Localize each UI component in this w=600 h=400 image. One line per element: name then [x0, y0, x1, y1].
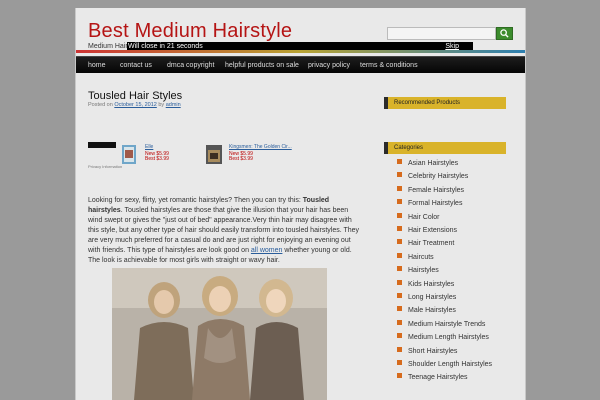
- bullet-icon: [397, 172, 402, 178]
- product-thumbnail-2[interactable]: [206, 145, 222, 164]
- category-label: Long Hairstyles: [408, 294, 457, 301]
- category-item[interactable]: Hairstyles: [397, 266, 439, 275]
- nav-contact-us[interactable]: contact us: [120, 57, 152, 74]
- bullet-icon: [397, 279, 402, 285]
- category-item[interactable]: Formal Hairstyles: [397, 199, 462, 208]
- countdown-text: Will close in 21 seconds: [128, 43, 203, 50]
- bullet-icon: [397, 306, 402, 312]
- category-item[interactable]: Medium Hairstyle Trends: [397, 319, 486, 329]
- search-button[interactable]: [496, 27, 513, 40]
- post-meta: Posted on October 15, 2012 by admin: [88, 102, 181, 108]
- nav-home[interactable]: home: [88, 57, 106, 74]
- bullet-icon: [397, 199, 402, 205]
- category-item[interactable]: Haircuts: [397, 252, 434, 262]
- category-label: Female Hairstyles: [408, 186, 465, 194]
- bullet-icon: [397, 212, 402, 218]
- category-label: Hair Treatment: [408, 240, 455, 248]
- bullet-icon: [397, 346, 402, 352]
- category-item[interactable]: Hair Extensions: [397, 226, 457, 235]
- post-date-link[interactable]: October 15, 2012: [114, 102, 157, 108]
- nav-terms-conditions[interactable]: terms & conditions: [360, 57, 418, 74]
- category-label: Asian Hairstyles: [408, 160, 459, 167]
- category-item[interactable]: Male Hairstyles: [397, 306, 456, 315]
- category-label: Shoulder Length Hairstyles: [408, 361, 493, 368]
- category-label: Kids Hairstyles: [408, 280, 455, 288]
- bullet-icon: [397, 266, 402, 272]
- bullet-icon: [397, 185, 402, 191]
- recommended-products-header: Recommended Products: [384, 97, 506, 109]
- nav-privacy-policy[interactable]: privacy policy: [308, 57, 350, 74]
- privacy-info-link[interactable]: Privacy Information: [88, 164, 122, 169]
- post-body: Looking for sexy, flirty, yet romantic h…: [88, 196, 360, 266]
- category-label: Hairstyles: [408, 267, 439, 275]
- bullet-icon: [397, 159, 402, 164]
- posted-on-label: Posted on: [88, 102, 113, 108]
- bullet-icon: [397, 360, 402, 365]
- category-label: Short Hairstyles: [408, 347, 458, 355]
- category-label: Medium Length Hairstyles: [408, 334, 489, 342]
- category-item[interactable]: Hair Color: [397, 212, 440, 222]
- product-best-price-2: Best $3.99: [229, 156, 253, 162]
- bullet-icon: [397, 226, 402, 231]
- main-nav: home contact us dmca copyright helpful p…: [76, 56, 525, 73]
- by-label: by: [158, 102, 165, 108]
- product-best-price-1: Best $3.99: [145, 156, 169, 162]
- bullet-icon: [397, 333, 402, 339]
- category-label: Hair Extensions: [408, 227, 458, 234]
- category-label: Formal Hairstyles: [408, 200, 463, 208]
- category-label: Medium Hairstyle Trends: [408, 320, 486, 328]
- category-item[interactable]: Shoulder Length Hairstyles: [397, 360, 492, 369]
- amazon-logo[interactable]: [88, 142, 116, 148]
- category-item[interactable]: Celebrity Hairstyles: [397, 172, 468, 181]
- categories-header: Categories: [384, 142, 506, 154]
- category-label: Teenage Hairstyles: [408, 374, 468, 382]
- category-item[interactable]: Short Hairstyles: [397, 346, 458, 356]
- category-label: Celebrity Hairstyles: [408, 173, 469, 181]
- category-item[interactable]: Hair Treatment: [397, 239, 454, 248]
- site-title[interactable]: Best Medium Hairstyle: [88, 20, 292, 43]
- bullet-icon: [397, 239, 402, 245]
- nav-helpful-products[interactable]: helpful products on sale: [225, 57, 299, 74]
- category-label: Haircuts: [408, 253, 434, 261]
- search-icon: [500, 29, 509, 38]
- post-title[interactable]: Tousled Hair Styles: [88, 90, 182, 102]
- header-divider: [76, 50, 525, 53]
- search-input[interactable]: [387, 27, 496, 40]
- category-label: Hair Color: [408, 213, 440, 221]
- product-title-2[interactable]: Kingsmen: The Golden Cir...: [229, 144, 292, 150]
- product-thumbnail-1[interactable]: [122, 145, 136, 164]
- all-women-link[interactable]: all women: [251, 247, 283, 254]
- bullet-icon: [397, 373, 402, 379]
- product-title-1[interactable]: Elle: [145, 144, 153, 150]
- nav-dmca-copyright[interactable]: dmca copyright: [167, 57, 214, 74]
- post-author-link[interactable]: admin: [166, 102, 181, 108]
- body-text-intro: Looking for sexy, flirty, yet romantic h…: [88, 197, 303, 204]
- bullet-icon: [397, 293, 402, 298]
- bullet-icon: [397, 252, 402, 258]
- category-item[interactable]: Female Hairstyles: [397, 185, 465, 195]
- category-item[interactable]: Teenage Hairstyles: [397, 373, 468, 382]
- category-item[interactable]: Kids Hairstyles: [397, 279, 455, 289]
- category-item[interactable]: Asian Hairstyles: [397, 159, 458, 168]
- category-label: Male Hairstyles: [408, 307, 456, 315]
- category-item[interactable]: Long Hairstyles: [397, 293, 456, 302]
- post-photo[interactable]: [112, 268, 327, 400]
- category-item[interactable]: Medium Length Hairstyles: [397, 333, 489, 342]
- bullet-icon: [397, 319, 402, 325]
